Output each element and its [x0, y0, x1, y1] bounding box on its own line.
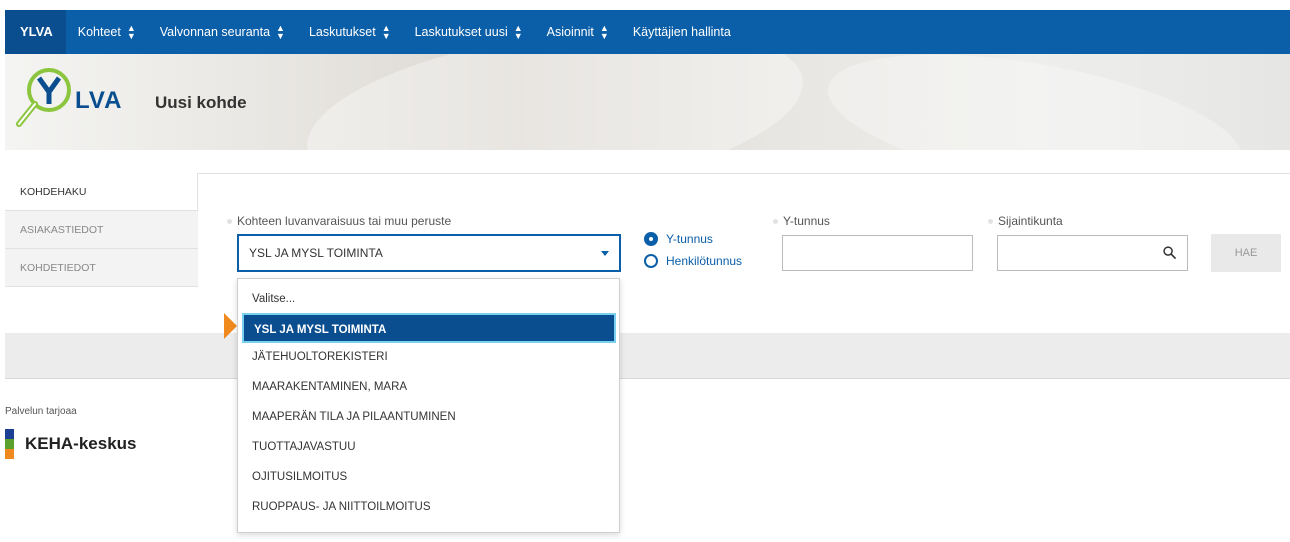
- search-button[interactable]: HAE: [1211, 234, 1281, 272]
- ytunnus-label-text: Y-tunnus: [783, 214, 830, 228]
- radio-ytunnus[interactable]: Y-tunnus: [644, 232, 713, 246]
- divider: [198, 173, 1290, 174]
- sort-caret-icon: ▲ ▼: [599, 23, 609, 41]
- provider-name: KEHA-keskus: [25, 434, 137, 453]
- dropdown-option[interactable]: RUOPPAUS- JA NIITTOILMOITUS: [238, 492, 619, 522]
- nav-item-label: Käyttäjien hallinta: [632, 25, 731, 39]
- nav-item-laskutukset[interactable]: Laskutukset ▲ ▼: [297, 10, 403, 54]
- nav-item-label: Asioinnit: [546, 25, 594, 39]
- dropdown-option[interactable]: TUOTTAJAVASTUU: [238, 432, 619, 462]
- dropdown-option[interactable]: OJITUSILMOITUS: [238, 462, 619, 492]
- nav-item-laskutukset-uusi[interactable]: Laskutukset uusi ▲ ▼: [403, 10, 535, 54]
- provider-label: Palvelun tarjoaa: [5, 406, 77, 417]
- keha-logo-icon: [5, 429, 14, 459]
- basis-field-label: Kohteen luvanvaraisuus tai muu peruste: [227, 214, 451, 228]
- radio-label: Henkilötunnus: [666, 254, 743, 268]
- municipality-label-text: Sijaintikunta: [998, 214, 1063, 228]
- nav-item-asioinnit[interactable]: Asioinnit ▲ ▼: [535, 10, 621, 54]
- sort-caret-icon: ▲ ▼: [513, 23, 523, 41]
- basis-dropdown-list: Valitse... YSL JA MYSL TOIMINTA JÄTEHUOL…: [237, 278, 620, 533]
- sidebar-tab-asiakastiedot[interactable]: ASIAKASTIEDOT: [5, 211, 198, 249]
- municipality-input[interactable]: [997, 235, 1188, 271]
- nav-item-label: Kohteet: [77, 25, 121, 39]
- radio-unchecked-icon: [644, 254, 658, 268]
- required-dot-icon: [227, 219, 232, 225]
- sidebar-tab-kohdetiedot[interactable]: KOHDETIEDOT: [5, 249, 198, 287]
- required-dot-icon: [773, 219, 778, 225]
- ylva-logo-icon: [16, 68, 71, 127]
- provider-logo: KEHA-keskus: [5, 429, 137, 459]
- content-band: [5, 333, 1290, 379]
- radio-checked-icon: [644, 232, 658, 246]
- header-background: [296, 54, 814, 150]
- dropdown-option[interactable]: JÄTEHUOLTOREKISTERI: [238, 342, 619, 372]
- sort-caret-icon: ▲ ▼: [126, 23, 136, 41]
- sidebar-tab-kohdehaku[interactable]: KOHDEHAKU: [5, 173, 198, 211]
- sort-caret-icon: ▲ ▼: [276, 23, 285, 41]
- top-nav: YLVA Kohteet ▲ ▼ Valvonnan seuranta ▲ ▼ La…: [5, 10, 1290, 54]
- search-icon[interactable]: [1163, 246, 1176, 259]
- dropdown-option[interactable]: MAARAKENTAMINEN, MARA: [238, 372, 619, 402]
- dropdown-option[interactable]: Valitse...: [238, 284, 619, 314]
- header-background: [817, 54, 1253, 150]
- radio-label: Y-tunnus: [666, 232, 713, 246]
- nav-item-label: Laskutukset: [308, 25, 376, 39]
- nav-item-valvonnan-seuranta[interactable]: Valvonnan seuranta ▲ ▼: [148, 10, 297, 54]
- ytunnus-input[interactable]: [782, 235, 973, 271]
- radio-henkilotunnus[interactable]: Henkilötunnus: [644, 254, 742, 268]
- basis-select-value: YSL JA MYSL TOIMINTA: [249, 246, 383, 260]
- required-dot-icon: [988, 219, 993, 225]
- sort-caret-icon: ▲ ▼: [381, 23, 391, 41]
- basis-label-text: Kohteen luvanvaraisuus tai muu peruste: [237, 214, 452, 228]
- ytunnus-field-label: Y-tunnus: [773, 214, 830, 228]
- nav-item-kohteet[interactable]: Kohteet ▲ ▼: [66, 10, 148, 54]
- municipality-field-label: Sijaintikunta: [988, 214, 1063, 228]
- nav-item-kayttajien-hallinta[interactable]: Käyttäjien hallinta: [621, 10, 743, 54]
- dropdown-arrow-icon: [601, 251, 609, 256]
- logo-text: LVA: [75, 87, 123, 114]
- dropdown-option[interactable]: MAAPERÄN TILA JA PILAANTUMINEN: [238, 402, 619, 432]
- nav-item-label: Valvonnan seuranta: [159, 25, 271, 39]
- page-title: Uusi kohde: [155, 93, 247, 112]
- nav-brand[interactable]: YLVA: [5, 10, 66, 54]
- dropdown-option-selected[interactable]: YSL JA MYSL TOIMINTA: [242, 313, 616, 343]
- sidebar: KOHDEHAKU ASIAKASTIEDOT KOHDETIEDOT: [5, 173, 198, 287]
- page-header: LVA Uusi kohde: [5, 54, 1290, 150]
- pointer-arrow-icon: [224, 313, 237, 339]
- basis-select[interactable]: YSL JA MYSL TOIMINTA: [237, 234, 621, 272]
- nav-item-label: Laskutukset uusi: [414, 25, 508, 39]
